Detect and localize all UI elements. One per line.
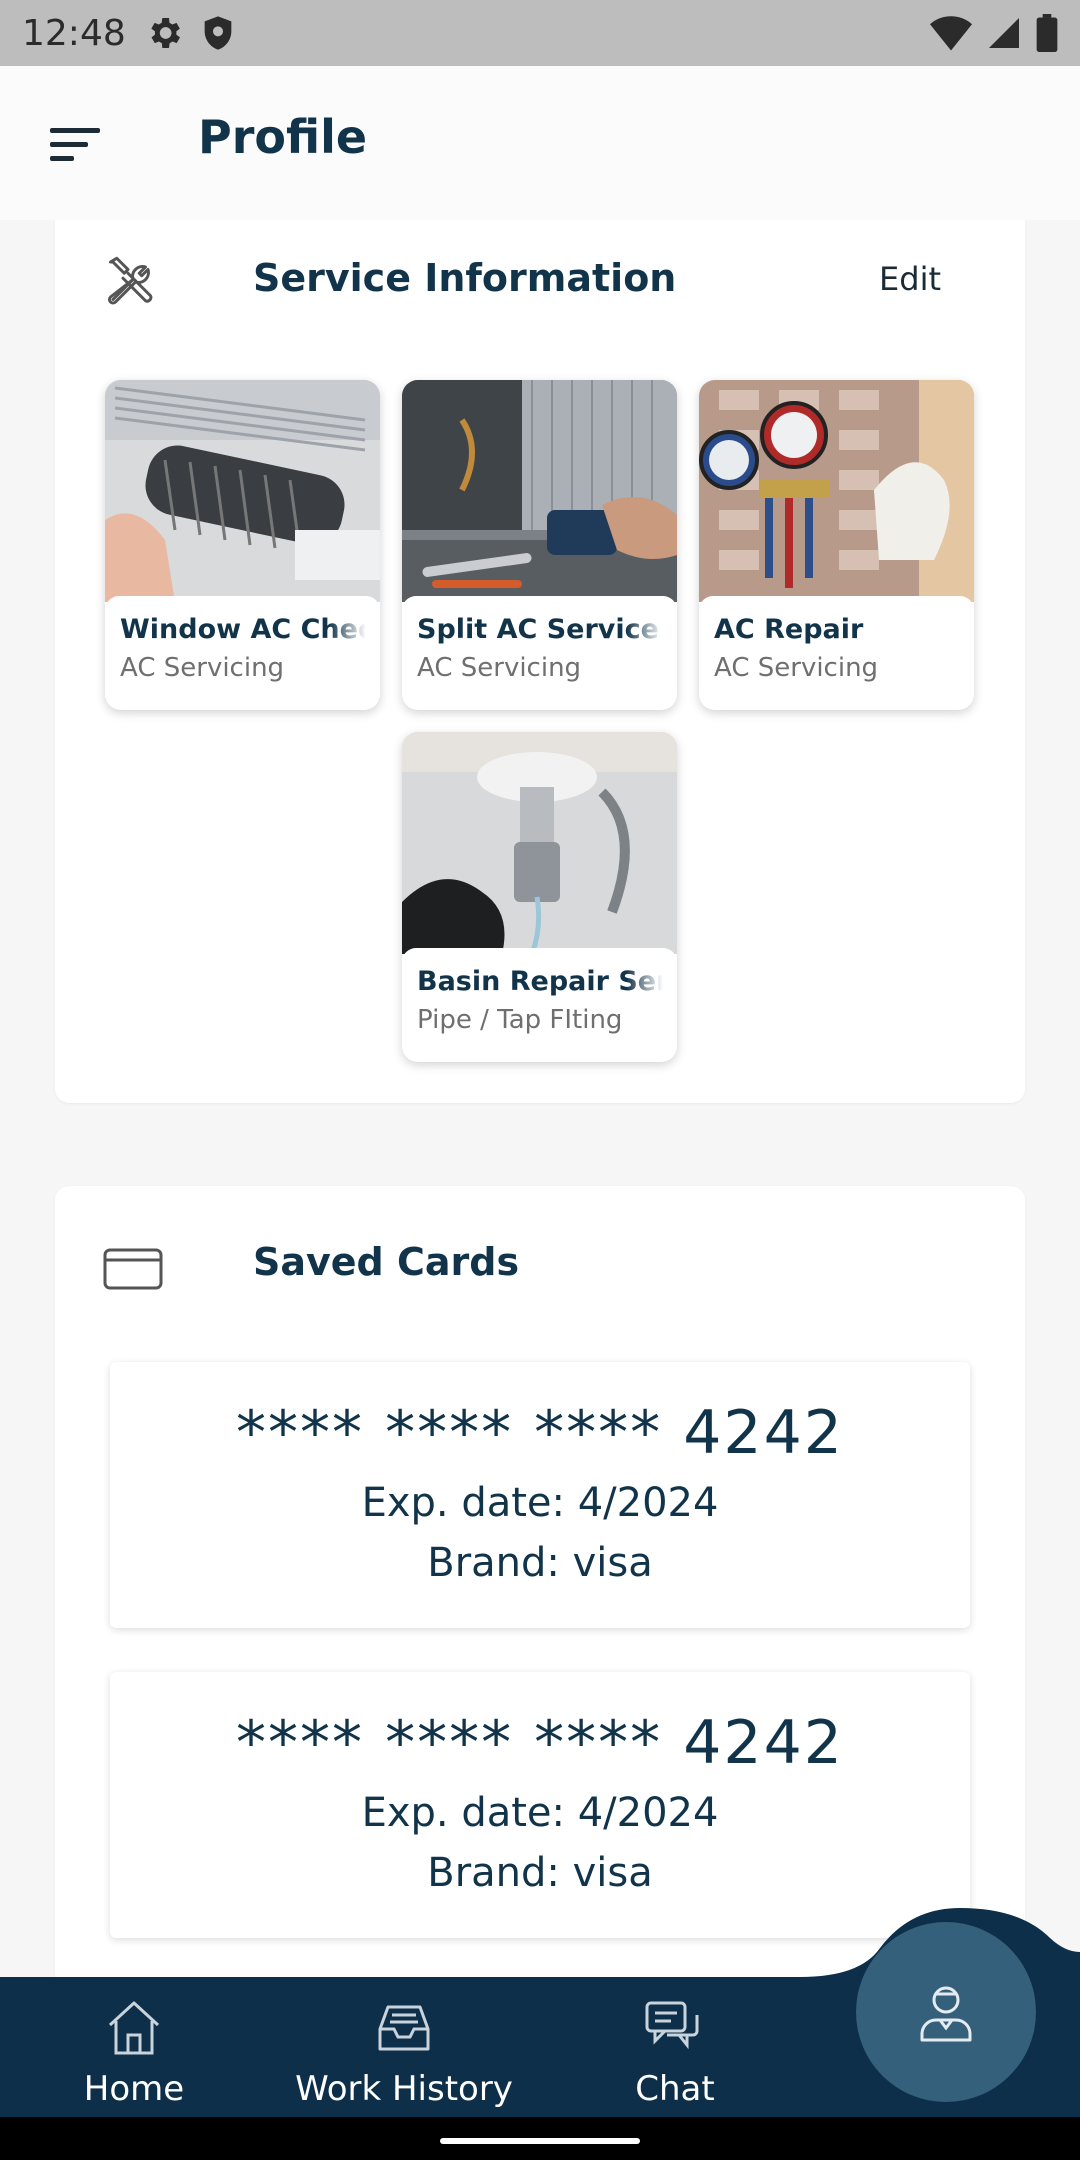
card-number: **** **** **** 4242 xyxy=(236,1398,844,1468)
card-number: **** **** **** 4242 xyxy=(236,1708,844,1778)
split-ac-photo xyxy=(402,380,677,602)
card-brand: Brand: visa xyxy=(427,1850,653,1896)
status-right-icons xyxy=(930,14,1058,52)
nav-work-history[interactable]: Work History xyxy=(284,1977,524,2117)
card-expiry: Exp. date: 4/2024 xyxy=(361,1480,719,1526)
status-time: 12:48 xyxy=(22,12,126,54)
window-ac-photo xyxy=(105,380,380,602)
credit-card-icon xyxy=(103,1248,163,1290)
inbox-tray-icon xyxy=(378,2005,430,2051)
profile-fab-button[interactable] xyxy=(856,1922,1036,2102)
wifi-icon xyxy=(930,16,972,51)
signal-icon xyxy=(989,18,1019,48)
service-tile-info: Basin Repair Service Pipe / Tap FIting xyxy=(402,948,677,1062)
page-title: Profile xyxy=(198,110,368,164)
service-name: AC Repair xyxy=(714,614,864,645)
shield-icon xyxy=(204,16,232,50)
profile-person-icon xyxy=(920,1986,972,2042)
ac-gauges-photo xyxy=(699,380,974,602)
nav-home[interactable]: Home xyxy=(36,1977,232,2117)
service-name: Basin Repair Service xyxy=(417,966,663,997)
service-tile-info: Window AC Checkup AC Servicing xyxy=(105,596,380,710)
home-gesture-pill[interactable] xyxy=(440,2138,640,2144)
nav-work-history-label: Work History xyxy=(295,2069,513,2109)
battery-icon xyxy=(1036,14,1058,52)
saved-card[interactable]: **** **** **** 4242 Exp. date: 4/2024 Br… xyxy=(110,1362,970,1628)
card-brand: Brand: visa xyxy=(427,1540,653,1586)
service-tile[interactable]: AC Repair AC Servicing xyxy=(699,380,974,710)
nav-home-label: Home xyxy=(83,2069,185,2109)
service-tile-info: Split AC Service AC Servicing xyxy=(402,596,677,710)
status-bar: 12:48 xyxy=(0,0,1080,66)
service-category: Pipe / Tap FIting xyxy=(417,1005,623,1035)
service-information-title: Service Information xyxy=(253,256,677,300)
service-tile[interactable]: Window AC Checkup AC Servicing xyxy=(105,380,380,710)
nav-chat[interactable]: Chat xyxy=(580,1977,770,2117)
service-tile-info: AC Repair AC Servicing xyxy=(699,596,974,710)
tools-icon xyxy=(107,256,153,305)
service-name: Window AC Checkup xyxy=(120,614,366,645)
saved-card[interactable]: **** **** **** 4242 Exp. date: 4/2024 Br… xyxy=(110,1672,970,1938)
card-expiry: Exp. date: 4/2024 xyxy=(361,1790,719,1836)
nav-chat-label: Chat xyxy=(635,2069,715,2109)
chat-bubbles-icon xyxy=(645,2001,699,2050)
service-tile[interactable]: Split AC Service AC Servicing xyxy=(402,380,677,710)
sort-menu-icon[interactable] xyxy=(50,124,104,164)
service-tile[interactable]: Basin Repair Service Pipe / Tap FIting xyxy=(402,732,677,1062)
edit-services-button[interactable]: Edit xyxy=(879,260,941,298)
service-category: AC Servicing xyxy=(417,653,582,683)
saved-cards-title: Saved Cards xyxy=(253,1240,520,1284)
service-name: Split AC Service xyxy=(417,614,659,645)
home-icon xyxy=(108,2001,160,2055)
service-category: AC Servicing xyxy=(120,653,285,683)
service-information-panel: Service Information Edit Window AC Check… xyxy=(55,200,1025,1103)
service-category: AC Servicing xyxy=(714,653,879,683)
settings-icon xyxy=(151,18,180,48)
basin-tap-photo xyxy=(402,732,677,954)
app-bar: Profile xyxy=(0,66,1080,220)
